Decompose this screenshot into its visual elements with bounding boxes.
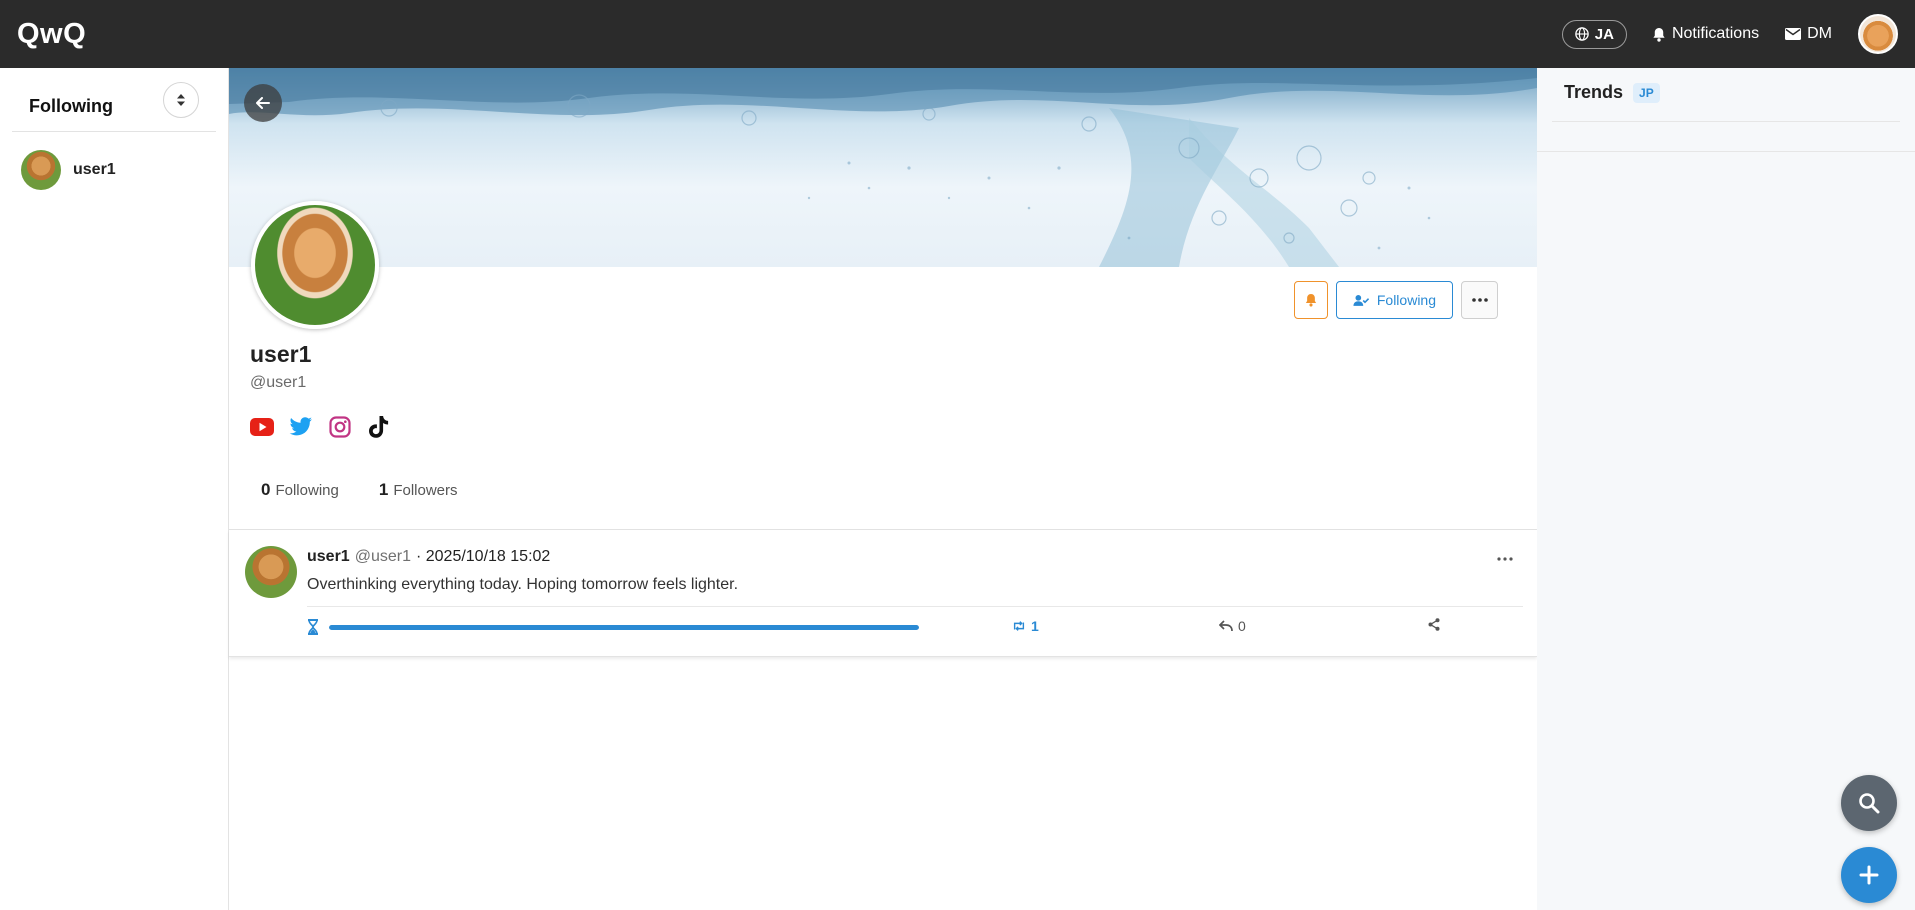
arrow-left-icon xyxy=(256,97,270,109)
following-count-label: Following xyxy=(275,482,339,499)
followers-count[interactable]: 1 Followers xyxy=(379,480,458,500)
dm-label: DM xyxy=(1807,25,1832,42)
repost-count: 1 xyxy=(1031,618,1039,634)
post-header: user1 @user1 · 2025/10/18 15:02 xyxy=(307,548,550,566)
post-card[interactable]: user1 @user1 · 2025/10/18 15:02 Overthin… xyxy=(229,530,1537,657)
back-button[interactable] xyxy=(244,84,282,122)
avatar xyxy=(21,150,61,190)
social-links xyxy=(250,415,391,439)
twitter-icon[interactable] xyxy=(289,415,313,439)
trends-header: Trends JP xyxy=(1552,82,1900,122)
followers-count-label: Followers xyxy=(393,482,458,499)
tiktok-icon[interactable] xyxy=(367,415,391,439)
progress-fill xyxy=(329,625,919,630)
app-logo[interactable]: QwQ xyxy=(17,18,86,51)
notify-button[interactable] xyxy=(1293,281,1328,319)
sidebar-title: Following xyxy=(29,96,113,116)
youtube-icon[interactable] xyxy=(250,415,274,439)
user-avatar[interactable] xyxy=(1858,14,1898,54)
plus-icon xyxy=(1859,865,1879,885)
post-handle: @user1 xyxy=(354,548,411,565)
post-lifetime-progress xyxy=(329,625,919,630)
sidebar-item-user1[interactable]: user1 xyxy=(0,132,228,208)
post-menu-button[interactable] xyxy=(1497,548,1513,566)
top-bar-actions: JA Notifications DM xyxy=(1561,14,1898,54)
top-bar: QwQ JA Notifications DM xyxy=(0,0,1915,68)
bell-icon xyxy=(1305,294,1317,307)
following-sidebar: Following user1 xyxy=(0,68,229,910)
reply-icon xyxy=(1219,620,1233,632)
more-options-button[interactable] xyxy=(1461,281,1498,319)
post-author[interactable]: user1 xyxy=(307,548,350,566)
following-button-label: Following xyxy=(1376,292,1436,308)
bell-icon xyxy=(1653,27,1665,42)
profile-name: user1 xyxy=(250,341,312,367)
region-badge[interactable]: JP xyxy=(1633,82,1660,103)
instagram-icon[interactable] xyxy=(328,415,352,439)
water-splash-image xyxy=(229,68,1537,267)
envelope-icon xyxy=(1785,28,1802,40)
trends-title: Trends xyxy=(1564,82,1624,102)
ellipsis-icon xyxy=(1497,557,1513,561)
hourglass-icon xyxy=(307,619,319,640)
post-actions: 1 0 xyxy=(307,617,1457,637)
sort-icon xyxy=(177,93,185,106)
notifications-label: Notifications xyxy=(1671,25,1760,42)
profile-main: Following user1 @user1 0 Following 1 Follo… xyxy=(229,68,1537,910)
repost-icon xyxy=(1013,621,1025,631)
trends-card: Trends JP xyxy=(1537,68,1915,152)
divider xyxy=(307,606,1523,607)
profile-actions: Following xyxy=(1293,281,1498,319)
profile-handle: @user1 xyxy=(250,374,307,391)
repost-button[interactable]: 1 xyxy=(1012,618,1039,634)
follow-counts: 0 Following 1 Followers xyxy=(261,480,458,500)
following-count[interactable]: 0 Following xyxy=(261,480,339,500)
post-timestamp: · 2025/10/18 15:02 xyxy=(415,548,551,565)
profile-avatar[interactable] xyxy=(251,201,379,329)
user-check-icon xyxy=(1353,294,1369,306)
share-button[interactable] xyxy=(1428,618,1440,636)
post-avatar[interactable] xyxy=(245,546,297,598)
sort-button[interactable] xyxy=(163,81,199,118)
reply-button[interactable]: 0 xyxy=(1219,618,1246,634)
followers-count-value: 1 xyxy=(378,480,389,499)
search-button[interactable] xyxy=(1841,775,1897,831)
dm-link[interactable]: DM xyxy=(1785,25,1832,43)
following-count-value: 0 xyxy=(261,480,271,499)
ellipsis-icon xyxy=(1471,298,1488,302)
language-button[interactable]: JA xyxy=(1561,19,1627,49)
notifications-link[interactable]: Notifications xyxy=(1652,25,1759,43)
reply-count: 0 xyxy=(1238,618,1246,634)
post-text: Overthinking everything today. Hoping to… xyxy=(307,576,739,593)
following-button[interactable]: Following xyxy=(1335,281,1453,319)
sidebar-item-label: user1 xyxy=(73,161,116,178)
search-icon xyxy=(1859,793,1880,814)
new-post-button[interactable] xyxy=(1841,847,1897,903)
language-label: JA xyxy=(1594,25,1614,43)
profile-banner xyxy=(229,68,1537,267)
sidebar-header: Following xyxy=(12,68,216,132)
share-icon xyxy=(1428,618,1440,631)
globe-icon xyxy=(1574,27,1589,41)
